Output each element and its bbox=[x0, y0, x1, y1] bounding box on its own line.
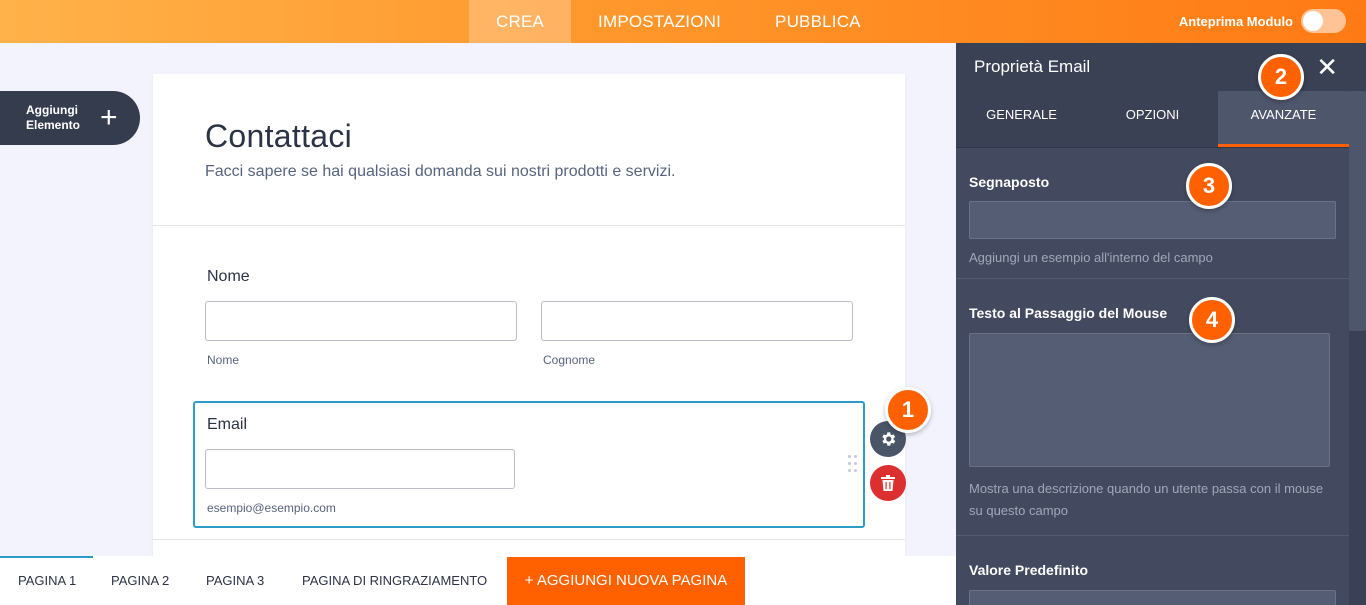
hover-text-textarea[interactable] bbox=[969, 333, 1330, 467]
properties-panel: Proprietà Email ✕ GENERALE OPZIONI AVANZ… bbox=[956, 43, 1366, 605]
page-tab-1[interactable]: PAGINA 1 bbox=[18, 556, 76, 605]
trash-icon bbox=[881, 475, 895, 491]
default-value-input[interactable] bbox=[969, 590, 1336, 605]
default-value-title: Valore Predefinito bbox=[969, 562, 1089, 578]
preview-toggle[interactable] bbox=[1301, 9, 1346, 33]
toggle-knob bbox=[1303, 11, 1323, 31]
first-name-input[interactable] bbox=[205, 301, 517, 341]
panel-title: Proprietà Email bbox=[974, 57, 1091, 76]
close-icon[interactable]: ✕ bbox=[1316, 43, 1338, 91]
preview-label: Anteprima Modulo bbox=[1178, 13, 1293, 29]
panel-header: Proprietà Email ✕ bbox=[956, 43, 1366, 91]
default-value-section: Valore Predefinito bbox=[956, 536, 1349, 605]
plus-icon: + bbox=[100, 101, 118, 134]
callout-badge-1: 1 bbox=[885, 387, 931, 433]
email-label: Email bbox=[207, 416, 248, 433]
form-subtitle: Facci sapere se hai qualsiasi domanda su… bbox=[205, 163, 676, 180]
main-tabs: CREA IMPOSTAZIONI PUBBLICA bbox=[469, 0, 888, 43]
last-name-sublabel: Cognome bbox=[543, 353, 596, 367]
drag-handle-icon[interactable] bbox=[848, 455, 858, 475]
tab-pubblica[interactable]: PUBBLICA bbox=[748, 0, 888, 43]
last-name-input[interactable] bbox=[541, 301, 853, 341]
tab-crea[interactable]: CREA bbox=[469, 0, 572, 43]
page-tabs-bar: PAGINA 1 PAGINA 2 PAGINA 3 PAGINA DI RIN… bbox=[0, 556, 956, 605]
add-new-page-button[interactable]: + AGGIUNGI NUOVA PAGINA bbox=[507, 557, 745, 605]
top-bar: CREA IMPOSTAZIONI PUBBLICA Anteprima Mod… bbox=[0, 0, 1366, 43]
page-tab-thanks[interactable]: PAGINA DI RINGRAZIAMENTO bbox=[302, 556, 487, 605]
add-element-button[interactable]: Aggiungi Elemento + bbox=[0, 91, 140, 145]
callout-badge-3: 3 bbox=[1186, 163, 1232, 209]
email-input[interactable] bbox=[205, 449, 515, 489]
add-element-label: Aggiungi Elemento bbox=[26, 103, 81, 132]
hover-text-hint: Mostra una descrizione quando un utente … bbox=[969, 481, 1324, 518]
hover-text-title: Testo al Passaggio del Mouse bbox=[969, 305, 1168, 321]
placeholder-input[interactable] bbox=[969, 201, 1336, 239]
tab-opzioni[interactable]: OPZIONI bbox=[1087, 91, 1218, 147]
placeholder-hint: Aggiungi un esempio all'interno del camp… bbox=[969, 250, 1213, 265]
panel-scroll-thumb[interactable] bbox=[1349, 91, 1366, 331]
placeholder-title: Segnaposto bbox=[969, 174, 1050, 190]
tab-generale[interactable]: GENERALE bbox=[956, 91, 1087, 147]
tab-impostazioni[interactable]: IMPOSTAZIONI bbox=[571, 0, 748, 43]
form-header[interactable]: Contattaci Facci sapere se hai qualsiasi… bbox=[153, 74, 905, 226]
delete-field-button[interactable] bbox=[870, 465, 906, 501]
gear-icon bbox=[882, 432, 896, 446]
first-name-sublabel: Nome bbox=[207, 353, 240, 367]
callout-badge-4: 4 bbox=[1189, 297, 1235, 343]
callout-badge-2: 2 bbox=[1258, 54, 1304, 100]
page-tab-3[interactable]: PAGINA 3 bbox=[206, 556, 264, 605]
form-title: Contattaci bbox=[205, 118, 353, 154]
hover-text-section: Testo al Passaggio del Mouse Mostra una … bbox=[956, 279, 1349, 536]
email-sublabel: esempio@esempio.com bbox=[207, 501, 336, 515]
name-label: Nome bbox=[207, 268, 250, 285]
page-tab-2[interactable]: PAGINA 2 bbox=[111, 556, 169, 605]
panel-tabs: GENERALE OPZIONI AVANZATE bbox=[956, 91, 1349, 148]
divider bbox=[153, 539, 905, 540]
placeholder-section: Segnaposto Aggiungi un esempio all'inter… bbox=[956, 148, 1349, 279]
preview-toggle-group: Anteprima Modulo bbox=[1179, 9, 1346, 33]
